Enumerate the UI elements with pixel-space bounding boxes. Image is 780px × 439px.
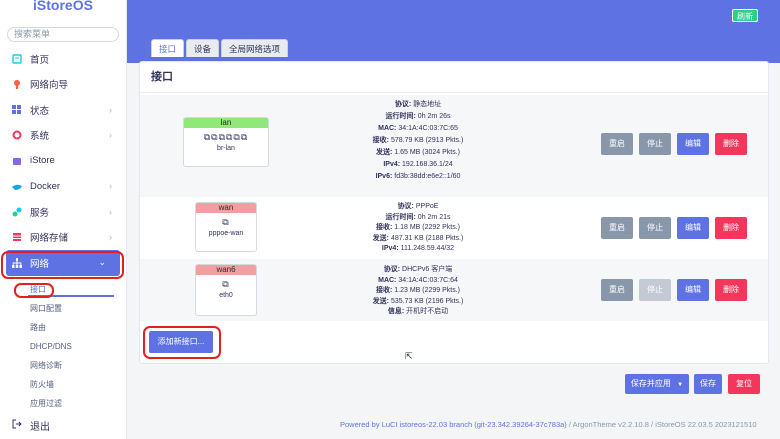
sidebar-subitem-app-filter[interactable]: 应用过滤 bbox=[0, 394, 126, 413]
sidebar-item-label: Docker bbox=[30, 180, 61, 192]
sidebar-item-label: 首页 bbox=[30, 54, 50, 66]
search-input[interactable]: 搜索菜单 bbox=[7, 27, 119, 42]
delete-button[interactable]: 删除 bbox=[715, 133, 747, 155]
mouse-cursor-icon: ⇱ bbox=[405, 351, 413, 361]
edit-button[interactable]: 编辑 bbox=[677, 279, 709, 301]
sidebar-item-logout[interactable]: 退出 bbox=[12, 418, 50, 433]
interface-badge-wan[interactable]: wan ⧉ pppoe-wan bbox=[195, 202, 257, 252]
sidebar-item-wizard[interactable]: 网络向导 bbox=[0, 72, 126, 98]
restart-button[interactable]: 重启 bbox=[601, 133, 633, 155]
delete-button[interactable]: 删除 bbox=[715, 217, 747, 239]
interface-badge-wan6[interactable]: wan6 ⧉ eth0 bbox=[195, 264, 257, 316]
interface-name: wan6 bbox=[196, 265, 256, 275]
sidebar-item-label: 状态 bbox=[30, 105, 50, 117]
sidebar-item-docker[interactable]: Docker › bbox=[0, 174, 126, 200]
logout-icon bbox=[12, 419, 22, 432]
sidebar-item-home[interactable]: 首页 bbox=[0, 46, 126, 72]
save-apply-label: 保存并应用 bbox=[630, 379, 671, 388]
edit-button[interactable]: 编辑 bbox=[677, 133, 709, 155]
delete-button[interactable]: 删除 bbox=[715, 279, 747, 301]
chevron-right-icon: › bbox=[109, 232, 112, 243]
status-icon bbox=[12, 104, 22, 115]
refresh-button[interactable]: 刷新 bbox=[732, 9, 758, 22]
sidebar-subitem-diagnostics[interactable]: 网络诊断 bbox=[0, 356, 126, 375]
sidebar-item-storage[interactable]: 网络存储 › bbox=[0, 225, 126, 251]
interface-info: 协议: 静态地址 运行时间: 0h 2m 26s MAC: 34:1A:4C:0… bbox=[372, 101, 464, 180]
sidebar-subitem-port-config[interactable]: 网口配置 bbox=[0, 299, 126, 318]
sidebar-item-services[interactable]: 服务 › bbox=[0, 199, 126, 225]
save-button[interactable]: 保存 bbox=[694, 374, 722, 394]
sidebar-item-istore[interactable]: iStore bbox=[0, 148, 126, 174]
save-apply-button[interactable]: 保存并应用 ▼ bbox=[625, 374, 689, 394]
sidebar-subitem-dhcp-dns[interactable]: DHCP/DNS bbox=[0, 337, 126, 356]
store-icon bbox=[12, 156, 22, 166]
services-icon bbox=[12, 207, 22, 217]
docker-icon bbox=[12, 181, 22, 191]
highlight-network-menu bbox=[1, 251, 124, 279]
footer-theme: / ArgonTheme v2.2.10.8 / bbox=[566, 420, 656, 429]
app-logo[interactable]: iStoreOS bbox=[0, 0, 126, 22]
interface-row-wan: wan ⧉ pppoe-wan 协议: PPPoE 运行时间: 0h 2m 21… bbox=[140, 197, 768, 259]
tab-devices[interactable]: 设备 bbox=[186, 39, 220, 57]
sidebar-item-label: 网络存储 bbox=[30, 233, 69, 245]
tab-interfaces[interactable]: 接口 bbox=[151, 39, 185, 57]
chevron-right-icon: › bbox=[109, 130, 112, 141]
sidebar-subitem-routes[interactable]: 路由 bbox=[0, 318, 126, 337]
highlight-add-interface bbox=[143, 326, 221, 359]
interface-device: br-lan bbox=[217, 145, 235, 152]
sidebar-item-label: 退出 bbox=[30, 422, 50, 433]
interface-device: pppoe-wan bbox=[208, 230, 244, 237]
sidebar-item-status[interactable]: 状态 › bbox=[0, 97, 126, 123]
stop-button[interactable]: 停止 bbox=[639, 279, 671, 301]
tab-global-options[interactable]: 全局网络选项 bbox=[221, 39, 289, 57]
edit-button[interactable]: 编辑 bbox=[677, 217, 709, 239]
interface-name: wan bbox=[196, 203, 256, 213]
chevron-right-icon: › bbox=[109, 206, 112, 217]
reset-button[interactable]: 复位 bbox=[728, 374, 760, 394]
sidebar-item-system[interactable]: 系统 › bbox=[0, 123, 126, 149]
stop-button[interactable]: 停止 bbox=[639, 217, 671, 239]
interface-row-wan6: wan6 ⧉ eth0 协议: DHCPv6 客户端 MAC: 34:1A:4C… bbox=[140, 259, 768, 321]
restart-button[interactable]: 重启 bbox=[601, 217, 633, 239]
port-icon: ⧉ bbox=[222, 279, 230, 289]
interface-name: lan bbox=[184, 118, 268, 128]
home-icon bbox=[12, 54, 22, 64]
footer-os-version: iStoreOS 22.03.5 2023121510 bbox=[655, 420, 757, 429]
interface-device: eth0 bbox=[219, 292, 233, 299]
restart-button[interactable]: 重启 bbox=[601, 279, 633, 301]
interface-info: 协议: DHCPv6 客户端 MAC: 34:1A:4C:03:7C:64 接收… bbox=[372, 266, 464, 315]
sidebar-item-label: 服务 bbox=[30, 207, 50, 219]
chevron-right-icon: › bbox=[109, 181, 112, 192]
tab-bar: 接口 设备 全局网络选项 bbox=[151, 39, 289, 57]
interfaces-panel: 接口 lan ⧉⧉⧉⧉⧉⧉ br-lan 协议: 静态地址 运行时间: 0h 2… bbox=[139, 61, 769, 364]
sidebar-item-label: iStore bbox=[30, 155, 55, 167]
footer-luci-link[interactable]: Powered by LuCI istoreos-22.03 branch (g… bbox=[340, 420, 567, 429]
port-icons: ⧉⧉⧉⧉⧉⧉ bbox=[203, 132, 249, 142]
interface-info: 协议: PPPoE 运行时间: 0h 2m 21s 接收: 1.18 MB (2… bbox=[372, 203, 464, 252]
caret-down-icon: ▼ bbox=[677, 382, 684, 388]
port-icon: ⧉ bbox=[222, 217, 230, 227]
footer: Powered by LuCI istoreos-22.03 branch (g… bbox=[340, 420, 757, 429]
sidebar: iStoreOS 搜索菜单 首页 网络向导 状态 › 系统 › iStore D… bbox=[0, 0, 127, 439]
sidebar-item-label: 网络向导 bbox=[30, 80, 69, 92]
sidebar-item-label: 系统 bbox=[30, 131, 50, 143]
chevron-right-icon: › bbox=[109, 104, 112, 115]
stop-button[interactable]: 停止 bbox=[639, 133, 671, 155]
system-icon bbox=[12, 130, 22, 140]
interface-badge-lan[interactable]: lan ⧉⧉⧉⧉⧉⧉ br-lan bbox=[183, 117, 269, 167]
storage-icon bbox=[12, 232, 22, 242]
sidebar-subitem-firewall[interactable]: 防火墙 bbox=[0, 375, 126, 394]
highlight-interfaces-subitem bbox=[14, 283, 54, 298]
interface-row-lan: lan ⧉⧉⧉⧉⧉⧉ br-lan 协议: 静态地址 运行时间: 0h 2m 2… bbox=[140, 95, 768, 197]
panel-title: 接口 bbox=[140, 62, 768, 93]
wizard-icon bbox=[12, 79, 22, 90]
